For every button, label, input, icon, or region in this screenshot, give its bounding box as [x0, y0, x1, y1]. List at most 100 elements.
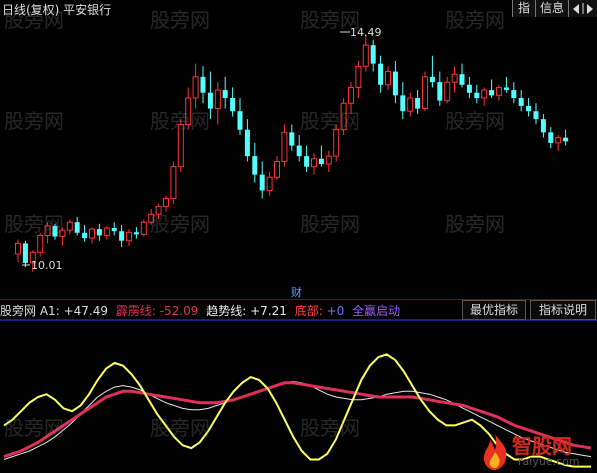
candle-down	[429, 76, 435, 83]
indicator-explain-button[interactable]: 指标说明	[530, 300, 596, 320]
watermark: 股旁网	[4, 212, 64, 236]
candle-down	[111, 228, 117, 232]
candle-up	[496, 86, 502, 96]
candle-up	[385, 71, 391, 86]
watermark: 股旁网	[300, 416, 360, 440]
candle-down	[518, 98, 524, 106]
a1-label: A1:	[39, 304, 60, 318]
candle-up	[103, 227, 110, 236]
pili-value: -52.09	[159, 304, 199, 318]
candle-up	[66, 221, 73, 231]
candle-down	[400, 95, 406, 112]
candle-down	[392, 71, 398, 96]
candle-up	[422, 76, 428, 110]
candle-down	[22, 243, 28, 263]
candle-down	[304, 156, 310, 167]
candle-up	[89, 228, 95, 239]
candle-down	[474, 92, 480, 98]
candle-down	[318, 158, 324, 165]
watermark: 股旁网	[300, 8, 360, 32]
trend-label: 趋势线:	[206, 304, 247, 318]
candle-down	[119, 231, 125, 241]
candle-up	[274, 160, 280, 178]
trend-value: +7.21	[250, 304, 287, 318]
best-indicator-button[interactable]: 最优指标	[462, 300, 526, 320]
candle-down	[548, 132, 554, 143]
candle-down	[511, 90, 517, 98]
candle-down	[230, 98, 236, 112]
watermark: 股旁网	[300, 212, 360, 236]
watermark: 股旁网	[4, 416, 64, 440]
candle-down	[133, 232, 139, 235]
candle-up	[214, 89, 221, 110]
candle-up	[481, 89, 488, 99]
candle-up	[192, 76, 199, 99]
candle-up	[281, 131, 288, 162]
indicator-source: 股旁网	[0, 304, 37, 318]
candle-down	[370, 45, 376, 64]
watermark: 股旁网	[150, 109, 210, 133]
launch-label: 全赢启动	[352, 304, 401, 318]
site-logo: 智股网 raiyue.com	[478, 430, 596, 473]
candle-up	[170, 166, 177, 199]
candle-up	[163, 197, 169, 207]
candle-down	[96, 229, 102, 236]
candle-down	[74, 222, 80, 233]
watermark: 股旁网	[150, 8, 210, 32]
candle-up	[407, 97, 414, 112]
indicator-header: 股旁网 A1: +47.49 霹雳线: -52.09 趋势线: +7.21 底部…	[0, 302, 400, 318]
candle-up	[362, 44, 369, 67]
candle-down	[82, 232, 88, 239]
candle-up	[355, 65, 362, 88]
watermark: 股旁网	[150, 212, 210, 236]
candle-down	[252, 156, 258, 175]
candle-down	[296, 145, 302, 157]
candle-up	[15, 242, 21, 255]
low-price-label: 10.01	[31, 259, 63, 272]
candle-down	[563, 137, 569, 142]
candle-down	[503, 87, 509, 91]
watermark: 股旁网	[445, 8, 505, 32]
logo-url: raiyue.com	[518, 455, 580, 468]
candle-down	[415, 98, 421, 109]
candle-up	[126, 231, 132, 242]
candle-up	[451, 73, 458, 83]
candle-down	[489, 90, 495, 96]
watermark: 股旁网	[150, 416, 210, 440]
candle-down	[540, 119, 546, 133]
finance-marker[interactable]: 财	[291, 285, 302, 299]
candle-up	[348, 86, 354, 104]
pili-label: 霹雳线:	[115, 304, 156, 318]
low-price-marker: 10.01	[22, 259, 63, 272]
watermark: 股旁网	[445, 109, 505, 133]
candle-up	[37, 234, 44, 253]
candlestick-chart[interactable]: 14.49 10.01 财	[0, 18, 597, 299]
window-controls[interactable]	[568, 0, 597, 17]
a1-value: +47.49	[63, 304, 108, 318]
candle-down	[466, 84, 472, 93]
candle-down	[289, 132, 295, 146]
candle-up	[140, 221, 147, 235]
candle-up	[266, 176, 273, 192]
candle-down	[200, 76, 206, 93]
candle-down	[244, 129, 250, 157]
top-bar: 日线(复权) 平安银行 指 信息	[0, 0, 597, 18]
candle-down	[533, 111, 539, 120]
indicator-button[interactable]: 指	[512, 0, 535, 17]
watermark: 股旁网	[445, 212, 505, 236]
watermark: 股旁网	[300, 109, 360, 133]
bottom-label: 底部:	[294, 304, 323, 318]
candle-down	[526, 105, 532, 112]
candle-down	[378, 63, 384, 85]
candle-up	[311, 158, 317, 168]
watermark: 股旁网	[4, 8, 64, 32]
bottom-value: +0	[326, 304, 345, 318]
flame-icon	[483, 434, 507, 470]
candle-down	[259, 174, 265, 191]
info-button[interactable]: 信息	[535, 0, 568, 17]
candle-down	[459, 74, 465, 85]
candle-up	[325, 155, 332, 165]
scroll-arrows-icon	[573, 3, 593, 14]
candle-up	[444, 81, 451, 102]
candle-up	[555, 137, 562, 144]
